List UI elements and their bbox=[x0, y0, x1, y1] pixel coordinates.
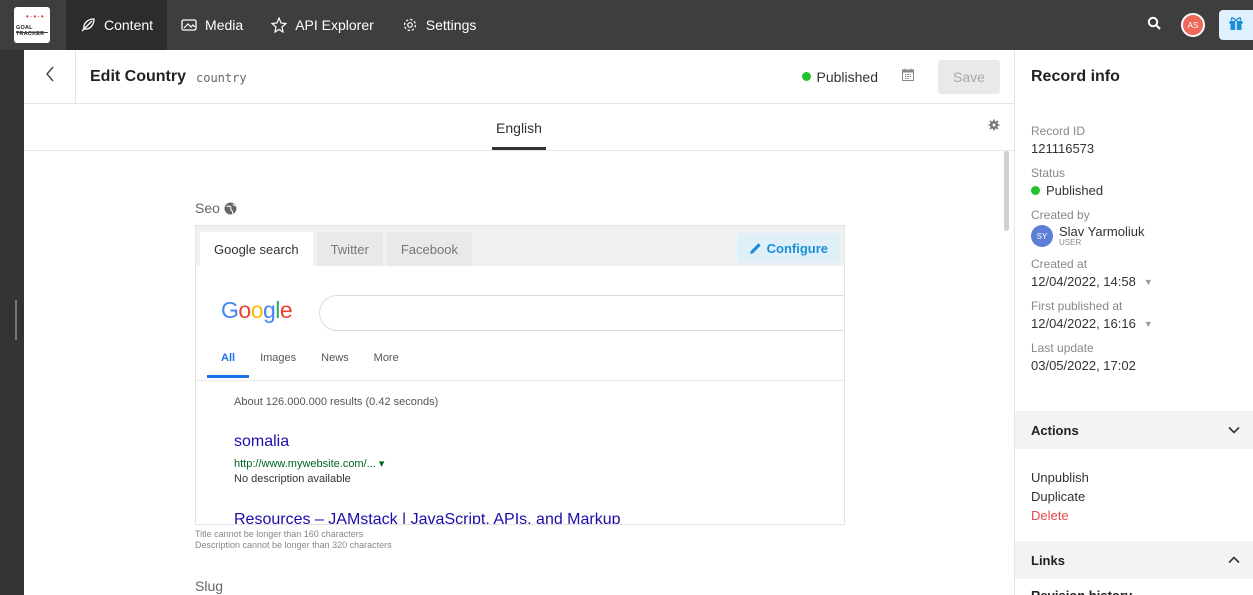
locale-tabs: English bbox=[24, 104, 1014, 151]
last-update: 03/05/2022, 17:02 bbox=[1031, 358, 1136, 373]
collapsed-sidebar bbox=[0, 50, 24, 595]
feather-icon bbox=[80, 17, 96, 33]
revision-history-section[interactable]: Revision history bbox=[1031, 588, 1132, 595]
model-api-key: country bbox=[196, 71, 247, 85]
page-title: Edit Country bbox=[90, 67, 186, 85]
save-button[interactable]: Save bbox=[938, 59, 1000, 94]
chevron-up-icon bbox=[1228, 556, 1240, 564]
gift-icon bbox=[1228, 15, 1244, 36]
seo-preview: Google search Twitter Facebook Configure… bbox=[195, 225, 845, 525]
configure-seo-button[interactable]: Configure bbox=[736, 233, 840, 263]
links-section-toggle[interactable]: Links bbox=[1015, 541, 1253, 579]
seo-field-label: Seo bbox=[195, 200, 237, 216]
editor-header: Edit Country country Published Save bbox=[24, 49, 1014, 104]
nav-content[interactable]: Content bbox=[66, 0, 168, 50]
actions-list: Unpublish Duplicate Delete bbox=[1031, 468, 1089, 525]
created-at[interactable]: 12/04/2022, 14:58 ▼ bbox=[1031, 274, 1237, 289]
globe-icon bbox=[224, 202, 237, 215]
status-dot bbox=[1031, 186, 1040, 195]
locale-settings-button[interactable] bbox=[988, 118, 1000, 136]
active-tab-indicator bbox=[492, 147, 546, 150]
result-stats: About 126.000.000 results (0.42 seconds) bbox=[234, 396, 439, 408]
form-scrollbar[interactable] bbox=[1004, 151, 1010, 595]
nav-api-explorer[interactable]: API Explorer bbox=[257, 0, 388, 50]
preview-result-description: No description available bbox=[234, 473, 351, 485]
google-tabs-preview: All Images News More bbox=[207, 352, 424, 378]
delete-action[interactable]: Delete bbox=[1031, 506, 1089, 525]
user-avatar[interactable]: AS bbox=[1181, 13, 1205, 37]
duplicate-action[interactable]: Duplicate bbox=[1031, 487, 1089, 506]
calendar-icon bbox=[902, 68, 914, 86]
seo-description-hint: Description cannot be longer than 320 ch… bbox=[195, 540, 392, 550]
caret-down-icon: ▼ bbox=[1143, 276, 1153, 287]
publication-status: Published bbox=[801, 69, 878, 85]
preview-result-title-2: Resources – JAMstack | JavaScript, APIs,… bbox=[234, 511, 621, 525]
sidebar-title: Record info bbox=[1031, 68, 1120, 85]
preview-result-title: somalia bbox=[234, 433, 290, 450]
search-button[interactable] bbox=[1139, 10, 1169, 40]
nav-settings[interactable]: Settings bbox=[388, 0, 491, 50]
image-icon bbox=[181, 18, 197, 32]
record-id: 121116573 bbox=[1031, 141, 1095, 156]
caret-down-icon: ▼ bbox=[1143, 318, 1153, 329]
api-icon bbox=[271, 17, 288, 33]
main-nav: Content Media API Explorer Settings bbox=[66, 0, 490, 50]
tab-twitter[interactable]: Twitter bbox=[316, 232, 383, 266]
google-search-box-preview bbox=[319, 295, 844, 331]
divider bbox=[196, 380, 844, 381]
first-published-at[interactable]: 12/04/2022, 16:16 ▼ bbox=[1031, 316, 1237, 331]
chevron-down-icon bbox=[1228, 426, 1240, 434]
back-button[interactable] bbox=[24, 49, 76, 104]
resize-handle[interactable] bbox=[15, 300, 17, 340]
status-badge: Published bbox=[1031, 183, 1237, 198]
google-tab-images: Images bbox=[260, 352, 297, 364]
avatar: SY bbox=[1031, 225, 1053, 247]
gear-icon bbox=[988, 118, 1000, 135]
pencil-icon bbox=[749, 242, 762, 255]
record-info: Record ID 121116573 Status Published Cre… bbox=[1015, 104, 1253, 373]
search-icon bbox=[1147, 16, 1161, 35]
record-editor: Edit Country country Published Save Engl… bbox=[24, 49, 1014, 595]
seo-title-hint: Title cannot be longer than 160 characte… bbox=[195, 529, 364, 539]
gear-icon bbox=[402, 17, 418, 33]
whats-new-button[interactable] bbox=[1219, 10, 1253, 40]
chevron-left-icon bbox=[45, 66, 55, 87]
record-info-sidebar: Record info Record ID 121116573 Status P… bbox=[1014, 50, 1253, 595]
creator-role: USER bbox=[1059, 238, 1082, 247]
google-tab-all: All bbox=[207, 352, 250, 378]
google-tab-more: More bbox=[373, 352, 399, 364]
creator-name: Slav Yarmoliuk bbox=[1059, 224, 1145, 239]
preview-result-url: http://www.mywebsite.com/... ▾ bbox=[234, 458, 385, 470]
unpublish-action[interactable]: Unpublish bbox=[1031, 468, 1089, 487]
slug-field-label: Slug bbox=[195, 578, 224, 594]
tab-facebook[interactable]: Facebook bbox=[386, 232, 472, 266]
actions-section-toggle[interactable]: Actions bbox=[1015, 411, 1253, 449]
nav-media[interactable]: Media bbox=[167, 0, 257, 50]
scrollbar-thumb[interactable] bbox=[1004, 151, 1009, 231]
creator: SY Slav Yarmoliuk USER bbox=[1031, 225, 1237, 247]
google-logo: Google bbox=[221, 297, 293, 323]
top-navigation-bar: •·•·• GOAL TRACKER Content Media API Exp… bbox=[0, 0, 1253, 50]
status-dot bbox=[801, 72, 811, 81]
schedule-button[interactable] bbox=[900, 68, 916, 86]
google-tab-news: News bbox=[321, 352, 349, 364]
tab-google-search[interactable]: Google search bbox=[200, 232, 313, 266]
project-logo[interactable]: •·•·• GOAL TRACKER bbox=[14, 7, 50, 43]
tab-english[interactable]: English bbox=[492, 104, 546, 150]
seo-preview-tabs: Google search Twitter Facebook Configure bbox=[196, 226, 844, 266]
